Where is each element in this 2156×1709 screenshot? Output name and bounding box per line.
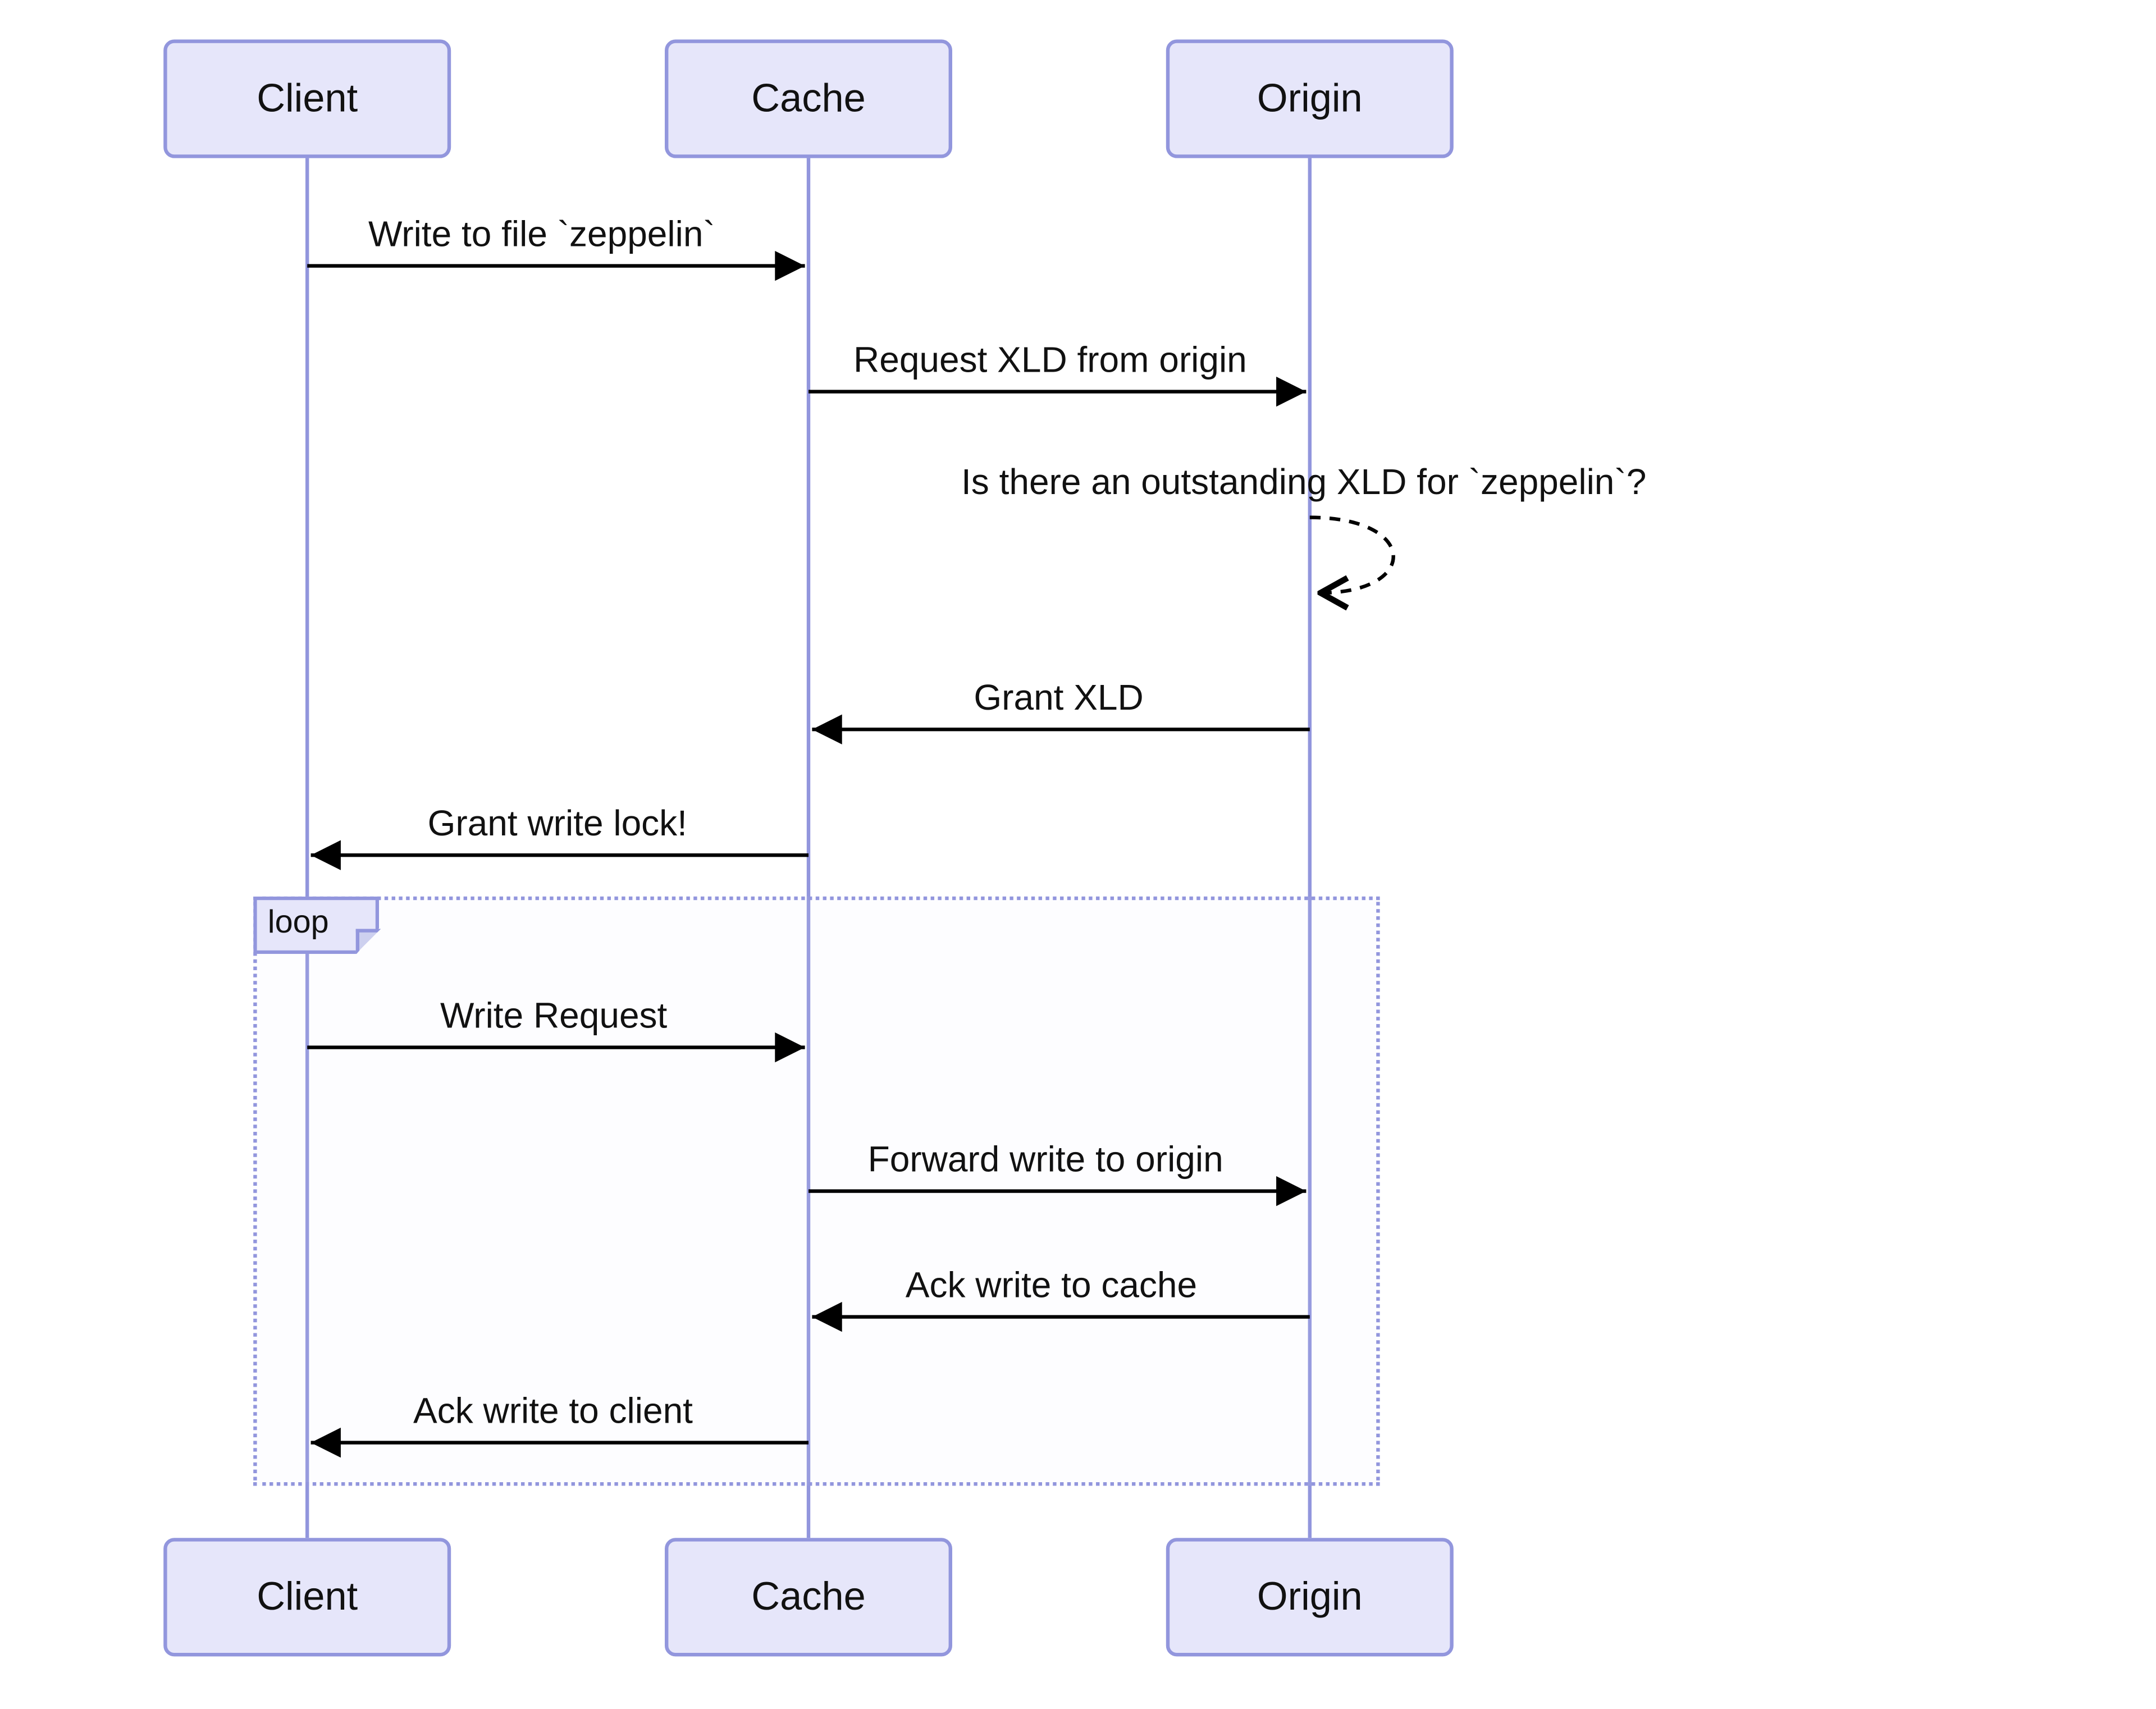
msg-write-file: Write to file `zeppelin` <box>368 216 715 257</box>
actor-cache-label: Cache <box>751 75 866 122</box>
actor-origin-top: Origin <box>1166 39 1454 158</box>
actor-origin-label: Origin <box>1257 75 1363 122</box>
actor-client-label-bottom: Client <box>257 1574 358 1620</box>
actor-cache-top: Cache <box>665 39 952 158</box>
actor-origin-bottom: Origin <box>1166 1538 1454 1656</box>
sequence-diagram: Client Cache Origin Client Cache Origin … <box>0 0 2156 1708</box>
msg-ack-client: Ack write to client <box>413 1392 693 1434</box>
actor-client-bottom: Client <box>163 1538 451 1656</box>
msg-ack-cache: Ack write to cache <box>906 1267 1197 1308</box>
loop-label: loop <box>268 904 329 940</box>
actor-origin-label-bottom: Origin <box>1257 1574 1363 1620</box>
arrow-self-outstanding-xld <box>1310 518 1394 593</box>
actor-client-top: Client <box>163 39 451 158</box>
actor-cache-label-bottom: Cache <box>751 1574 866 1620</box>
actor-client-label: Client <box>257 75 358 122</box>
actor-cache-bottom: Cache <box>665 1538 952 1656</box>
msg-write-request: Write Request <box>440 997 667 1039</box>
msg-forward-write: Forward write to origin <box>868 1141 1223 1182</box>
msg-request-xld: Request XLD from origin <box>853 341 1247 383</box>
msg-outstanding-xld: Is there an outstanding XLD for `zeppeli… <box>961 464 1646 505</box>
msg-grant-write-lock: Grant write lock! <box>428 805 687 847</box>
msg-grant-xld: Grant XLD <box>974 679 1143 721</box>
